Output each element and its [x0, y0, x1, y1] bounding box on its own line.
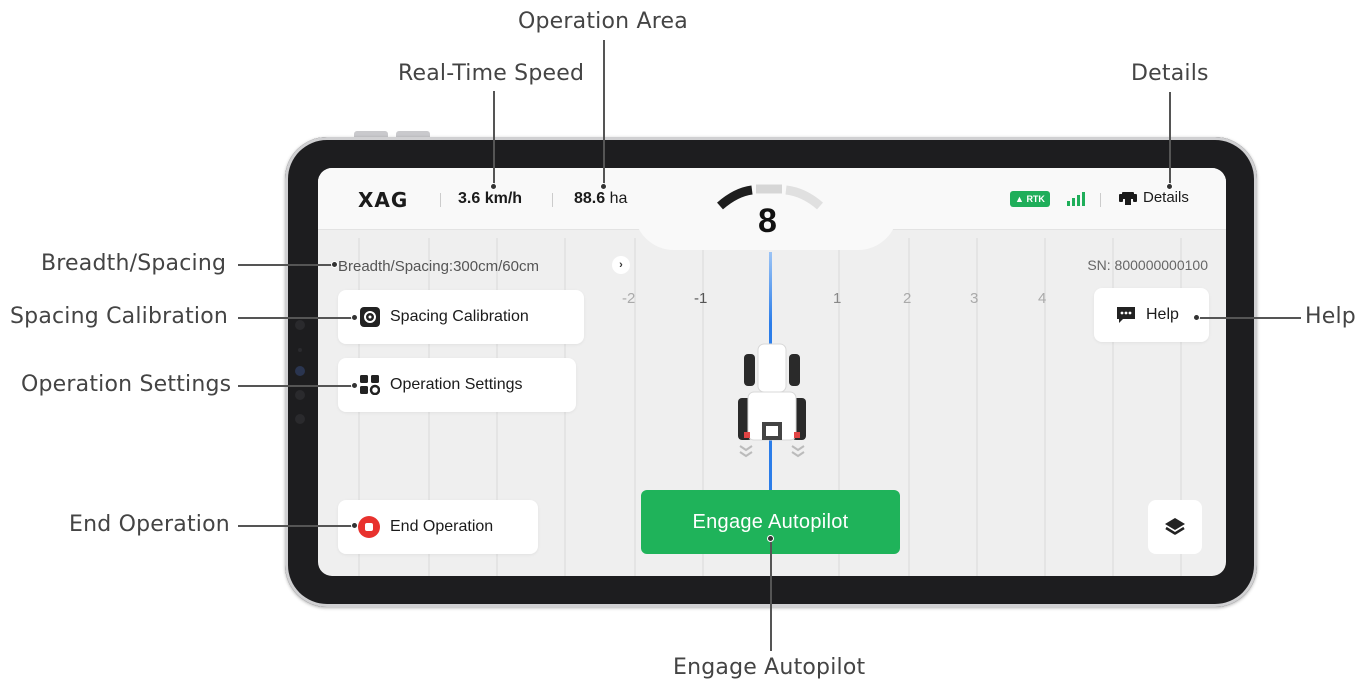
chat-bubble-icon [1116, 306, 1136, 324]
leader-line [238, 264, 334, 266]
leader-dot [600, 183, 607, 190]
leader-line [603, 40, 605, 186]
lane-number: 2 [903, 290, 912, 307]
lane-number: 4 [1038, 290, 1047, 307]
leader-line [1169, 92, 1171, 186]
callout-operation-area: Operation Area [518, 9, 688, 34]
layers-icon [1165, 518, 1185, 535]
sensor-dot [295, 414, 305, 424]
divider [552, 193, 553, 207]
details-label: Details [1143, 189, 1189, 206]
stop-circle-icon [358, 516, 380, 538]
lane-number: -2 [622, 290, 636, 307]
lane-stripe [976, 238, 978, 576]
end-operation-button[interactable]: End Operation [338, 500, 538, 554]
divider [440, 193, 441, 207]
engage-autopilot-label: Engage Autopilot [692, 510, 849, 533]
leader-line [770, 538, 772, 651]
grid-gear-icon [360, 375, 380, 395]
sensor-dot [295, 320, 305, 330]
callout-operation-settings: Operation Settings [21, 372, 232, 397]
leader-dot [351, 522, 358, 529]
divider [1100, 193, 1101, 207]
lane-stripe [908, 238, 910, 576]
callout-breadth-spacing: Breadth/Spacing [41, 251, 227, 276]
leader-dot [1166, 183, 1173, 190]
leader-dot [331, 261, 338, 268]
leader-line [1197, 317, 1301, 319]
callout-engage-autopilot: Engage Autopilot [673, 655, 866, 680]
satellite-icon: ▲ [1015, 194, 1024, 204]
end-operation-label: End Operation [390, 518, 494, 535]
spacing-calibration-button[interactable]: Spacing Calibration [338, 290, 584, 344]
crosshair-icon [360, 307, 380, 327]
tractor-vehicle-icon [738, 343, 806, 458]
signal-bars-icon [1067, 192, 1085, 206]
leader-dot [767, 535, 774, 542]
camera-icon [295, 366, 305, 376]
tractor-icon [1119, 191, 1137, 205]
rtk-label: RTK [1026, 194, 1045, 204]
lane-number: 1 [833, 290, 842, 307]
callout-end-operation: End Operation [69, 512, 230, 537]
leader-line [238, 317, 354, 319]
details-button[interactable]: Details [1119, 189, 1189, 206]
operation-settings-label: Operation Settings [390, 376, 523, 393]
lane-stripe [1044, 238, 1046, 576]
lane-stripe [634, 238, 636, 576]
leader-dot [490, 183, 497, 190]
callout-help: Help [1305, 304, 1356, 329]
app-screen: 8 XAG 3.6 km/h 88.6 ha ▲ RTK Details Bre… [318, 168, 1226, 576]
spacing-calibration-label: Spacing Calibration [390, 308, 529, 325]
area-value: 88.6 [574, 190, 606, 207]
callout-spacing-calibration: Spacing Calibration [10, 304, 229, 329]
speed-readout: 3.6 km/h [458, 190, 523, 207]
sensor-dot [295, 390, 305, 400]
leader-dot [351, 314, 358, 321]
layers-button[interactable] [1148, 500, 1202, 554]
rtk-badge: ▲ RTK [1010, 191, 1050, 207]
callout-details: Details [1131, 61, 1209, 86]
serial-number: SN: 800000000100 [1087, 257, 1208, 273]
operation-settings-button[interactable]: Operation Settings [338, 358, 576, 412]
breadth-spacing-text: Breadth/Spacing:300cm/60cm [338, 258, 539, 275]
leader-dot [351, 382, 358, 389]
leader-line [238, 525, 354, 527]
sensor-dot [298, 348, 302, 352]
gauge-value: 8 [758, 202, 777, 240]
help-label: Help [1146, 306, 1179, 323]
lane-number: 3 [970, 290, 979, 307]
leader-line [493, 91, 495, 186]
lane-number: -1 [694, 290, 708, 307]
help-button[interactable]: Help [1094, 288, 1209, 342]
chevron-right-icon[interactable]: › [612, 256, 630, 274]
leader-dot [1193, 314, 1200, 321]
area-unit: ha [609, 190, 628, 207]
area-readout: 88.6 ha [574, 190, 627, 208]
brand-logo: XAG [358, 188, 409, 212]
leader-line [238, 385, 354, 387]
callout-real-time-speed: Real-Time Speed [398, 61, 585, 86]
